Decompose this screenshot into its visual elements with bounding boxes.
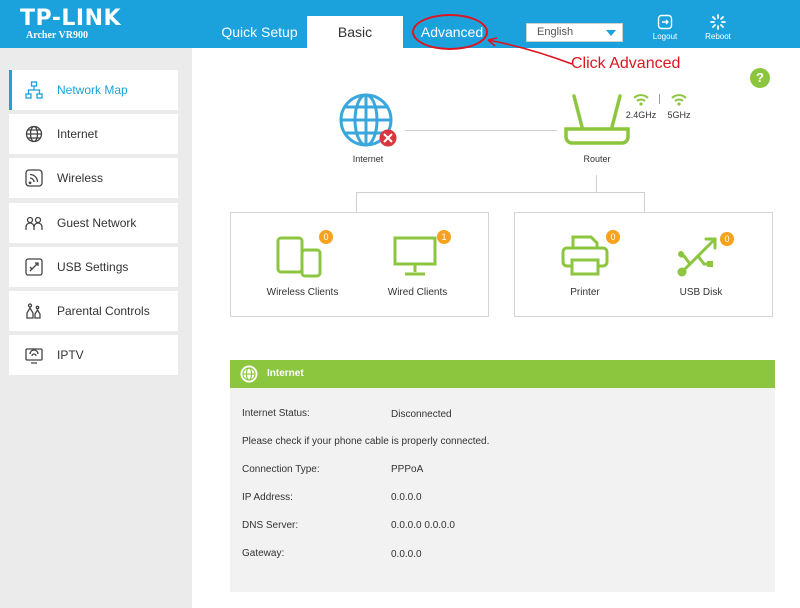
gateway-key: Gateway:	[242, 548, 285, 559]
sidebar-item-label: Internet	[57, 127, 98, 141]
sidebar-item-label: Parental Controls	[57, 304, 150, 318]
connection-type-value: PPPoA	[391, 464, 424, 475]
sidebar-item-internet[interactable]: Internet	[9, 114, 178, 154]
internet-status-key: Internet Status:	[242, 408, 310, 419]
logout-icon	[657, 14, 673, 30]
sidebar-item-iptv[interactable]: IPTV	[9, 335, 178, 375]
chevron-down-icon	[606, 30, 616, 36]
ip-address-key: IP Address:	[242, 492, 293, 503]
sidebar-item-wireless[interactable]: Wireless	[9, 158, 178, 198]
sidebar-item-label: Wireless	[57, 171, 104, 185]
network-map-icon	[25, 81, 43, 99]
clients-box	[230, 212, 489, 317]
connector-line	[356, 192, 645, 193]
internet-panel: Internet Internet Status: Disconnected P…	[230, 360, 775, 592]
usb-disk-count: 0	[720, 232, 734, 246]
sidebar-item-guest-network[interactable]: Guest Network	[9, 203, 178, 243]
guest-network-icon	[25, 216, 43, 230]
router-icon	[564, 94, 630, 145]
wifi-5ghz-icon	[671, 94, 687, 106]
brand-logo: TP-LINK	[20, 6, 122, 31]
ip-address-value: 0.0.0.0	[391, 492, 422, 503]
sidebar-item-usb-settings[interactable]: USB Settings	[9, 247, 178, 287]
tab-basic[interactable]: Basic	[307, 16, 403, 48]
usb-disk-icon	[677, 237, 717, 277]
connector-line	[644, 192, 645, 212]
annotation-arrow	[487, 37, 573, 65]
printer-count: 0	[606, 230, 620, 244]
dns-server-key: DNS Server:	[242, 520, 299, 531]
wireless-clients-label: Wireless Clients	[266, 287, 339, 298]
dns-server-value: 0.0.0.0 0.0.0.0	[391, 520, 455, 531]
internet-label: Internet	[352, 154, 384, 164]
model-name: Archer VR900	[26, 30, 88, 41]
connection-type-key: Connection Type:	[242, 464, 320, 475]
parental-controls-icon	[26, 303, 41, 319]
connector-line	[596, 175, 597, 192]
logout-label: Logout	[652, 32, 678, 41]
internet-panel-header: Internet	[230, 360, 775, 388]
wireless-clients-icon	[276, 236, 322, 278]
router-label: Router	[583, 154, 611, 164]
wired-clients-count: 1	[437, 230, 451, 244]
logout-button[interactable]: Logout	[645, 14, 685, 41]
tv-icon	[25, 348, 43, 364]
band-separator	[659, 94, 660, 104]
connector-line	[356, 192, 357, 212]
band-5ghz-label: 5GHz	[667, 110, 691, 120]
sidebar-item-label: IPTV	[57, 348, 84, 362]
printer-label: Printer	[570, 287, 600, 298]
wifi-24ghz-icon	[633, 94, 649, 106]
reboot-icon	[710, 14, 726, 30]
gateway-value: 0.0.0.0	[391, 549, 422, 560]
internet-globe-icon	[339, 93, 397, 147]
tab-quick-setup[interactable]: Quick Setup	[212, 16, 307, 48]
sidebar-item-parental-controls[interactable]: Parental Controls	[9, 291, 178, 331]
internet-status-value: Disconnected	[391, 409, 452, 420]
globe-icon	[240, 365, 258, 383]
usb-disk-label: USB Disk	[679, 287, 723, 298]
band-24ghz-label: 2.4GHz	[625, 110, 657, 120]
globe-icon	[25, 125, 43, 143]
internet-panel-title: Internet	[267, 368, 304, 379]
help-button[interactable]: ?	[750, 68, 770, 88]
wired-clients-icon	[393, 236, 437, 276]
annotation-circle	[412, 14, 488, 50]
sidebar-item-network-map[interactable]: Network Map	[9, 70, 178, 110]
sidebar: Network Map Internet Wireless Guest Netw…	[0, 48, 190, 608]
reboot-button[interactable]: Reboot	[698, 14, 738, 41]
wireless-clients-count: 0	[319, 230, 333, 244]
sidebar-item-label: Network Map	[57, 83, 128, 97]
connector-line	[405, 130, 557, 131]
usb-icon	[25, 258, 43, 276]
reboot-label: Reboot	[705, 32, 731, 41]
sidebar-item-label: USB Settings	[57, 260, 129, 274]
wired-clients-label: Wired Clients	[387, 287, 448, 298]
printer-icon	[561, 235, 609, 276]
annotation-text: Click Advanced	[571, 55, 681, 72]
cable-notice: Please check if your phone cable is prop…	[242, 436, 490, 447]
top-header: TP-LINK Archer VR900 Quick Setup Basic A…	[0, 0, 800, 48]
sidebar-item-label: Guest Network	[57, 216, 137, 230]
devices-box	[514, 212, 773, 317]
wireless-icon	[25, 169, 43, 187]
